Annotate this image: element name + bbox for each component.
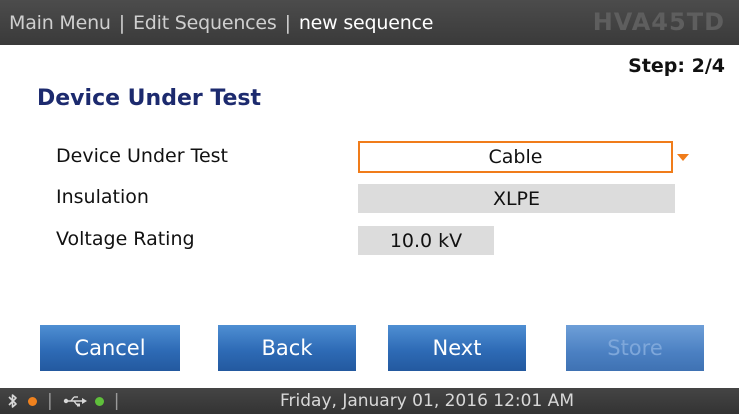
dropdown-arrow-icon[interactable]: [677, 154, 689, 161]
device-model-logo: HVA45TD: [592, 8, 725, 36]
back-button[interactable]: Back: [218, 325, 356, 371]
datetime-display: Friday, January 01, 2016 12:01 AM: [280, 391, 574, 411]
status-bar: | | Friday, January 01, 2016 12:01 AM: [0, 388, 739, 414]
status-separator: |: [47, 391, 53, 411]
voltage-rating-label: Voltage Rating: [56, 228, 195, 250]
breadcrumb-current-page: new sequence: [298, 11, 434, 34]
breadcrumb-edit-sequences[interactable]: Edit Sequences: [133, 12, 277, 34]
usb-icon: [63, 395, 87, 407]
device-under-test-select[interactable]: Cable: [358, 141, 673, 173]
status-icons: | |: [6, 388, 129, 414]
next-button[interactable]: Next: [388, 325, 526, 371]
insulation-value: XLPE: [358, 184, 675, 213]
bluetooth-icon: [6, 392, 20, 410]
breadcrumb-separator: |: [118, 11, 125, 34]
store-button[interactable]: Store: [566, 325, 704, 371]
section-title: Device Under Test: [37, 86, 262, 111]
insulation-label: Insulation: [56, 186, 149, 208]
step-indicator: Step: 2/4: [628, 55, 725, 77]
usb-status-dot: [94, 396, 104, 406]
breadcrumb-main-menu[interactable]: Main Menu: [9, 12, 111, 34]
title-bar: Main Menu | Edit Sequences | new sequenc…: [0, 0, 739, 45]
voltage-rating-value: 10.0 kV: [358, 226, 494, 255]
cancel-button[interactable]: Cancel: [40, 325, 180, 371]
breadcrumb: Main Menu | Edit Sequences | new sequenc…: [9, 0, 433, 45]
bluetooth-status-dot: [28, 396, 37, 406]
breadcrumb-separator: |: [284, 11, 291, 34]
status-separator: |: [113, 391, 120, 411]
device-under-test-label: Device Under Test: [56, 145, 228, 167]
